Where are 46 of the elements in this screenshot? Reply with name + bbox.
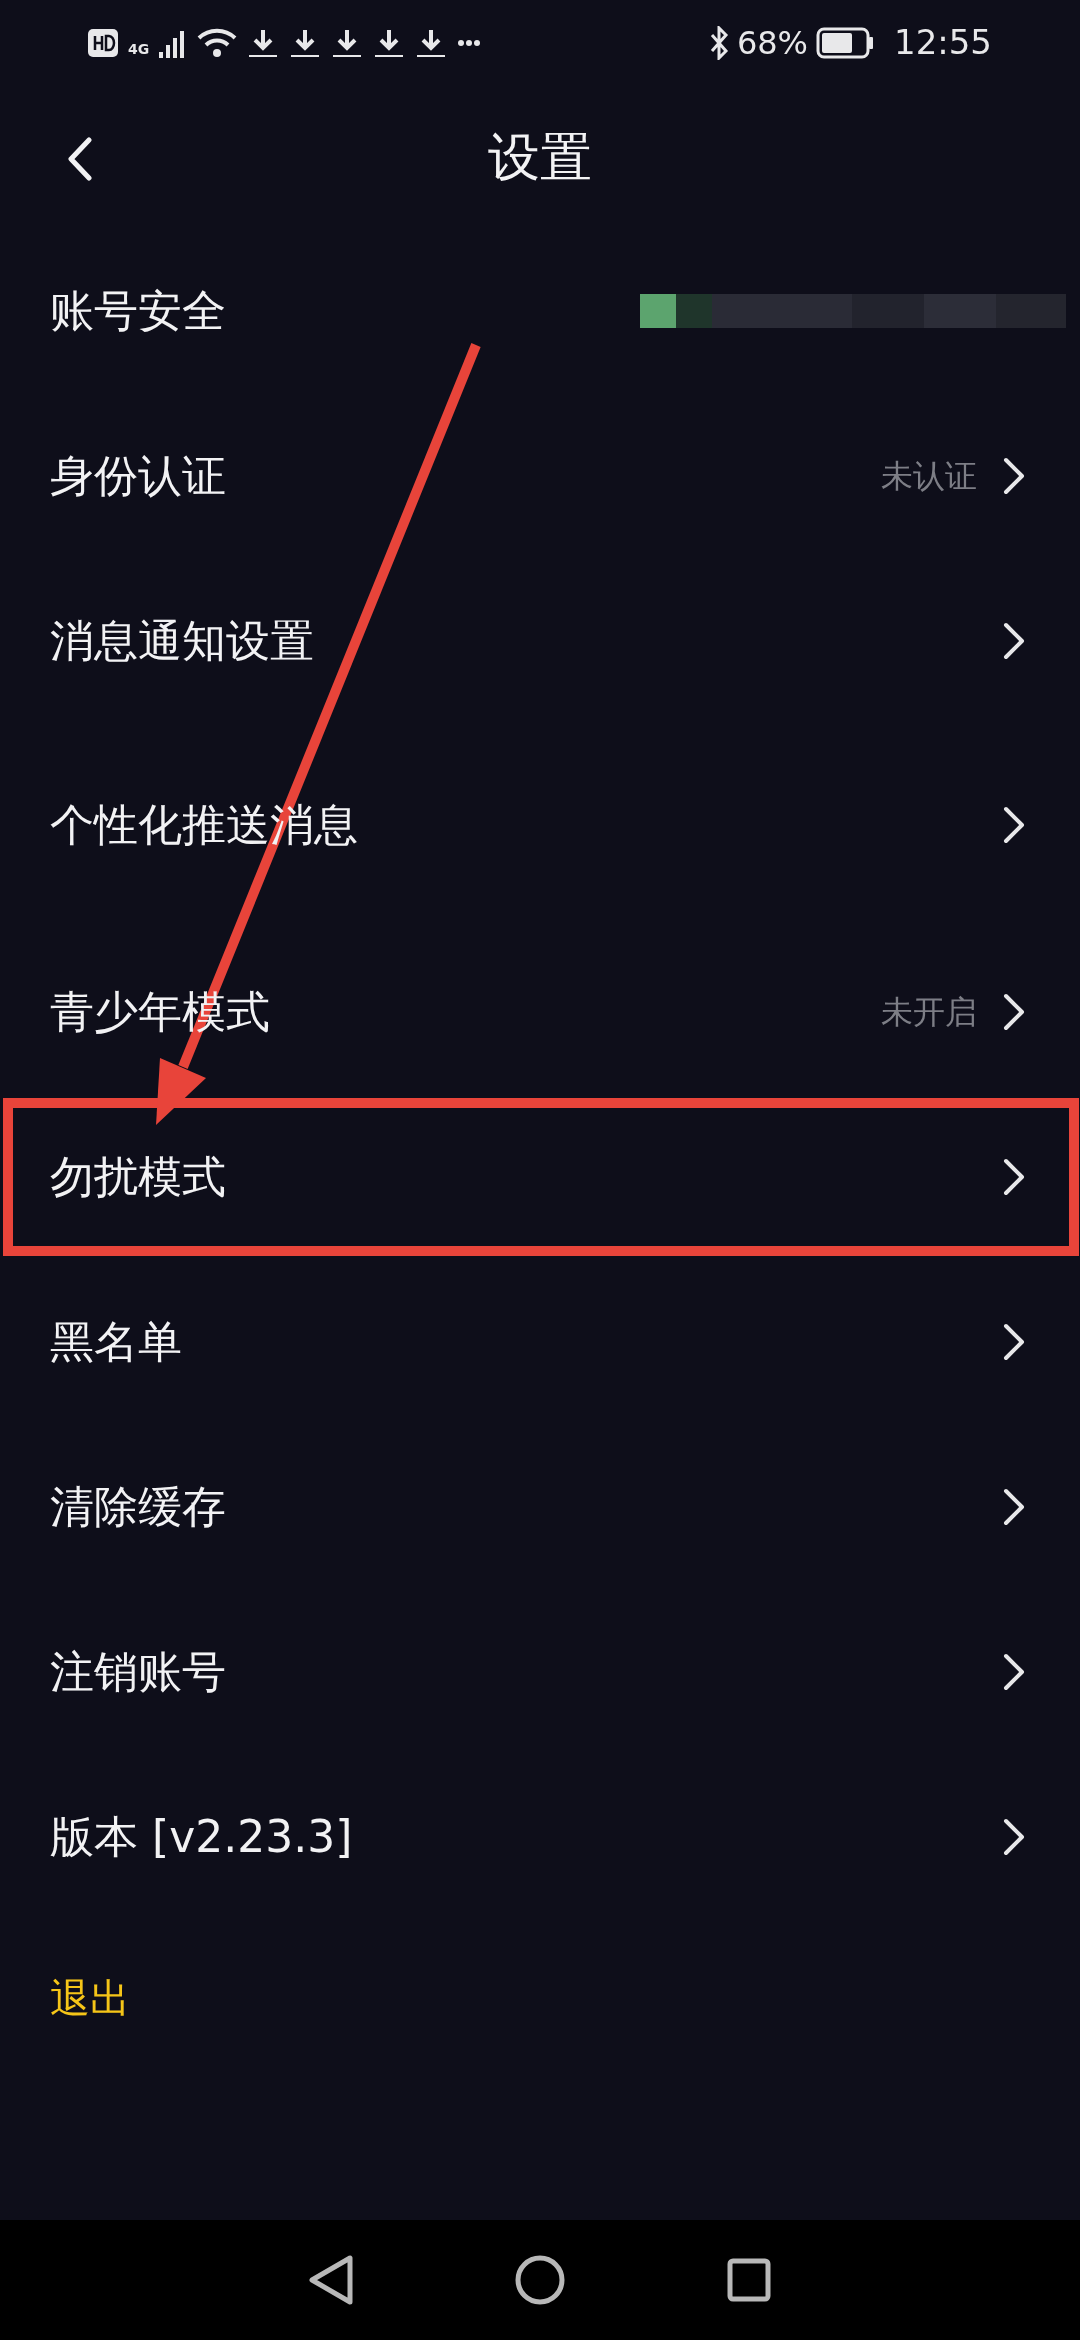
download-icon [289, 27, 322, 58]
download-icon [415, 27, 448, 58]
row-label: 版本 [v2.23.3] [50, 1809, 353, 1864]
row-label: 注销账号 [50, 1644, 226, 1699]
row-label: 身份认证 [50, 448, 226, 503]
bluetooth-icon [708, 25, 729, 60]
settings-row[interactable]: 注销账号 [0, 1589, 1080, 1754]
chevron-right-icon [1003, 1322, 1025, 1361]
chevron-right-icon [1003, 1157, 1025, 1196]
battery-percent: 68% [736, 22, 808, 64]
page-title: 设置 [488, 125, 592, 189]
battery-icon [816, 26, 874, 59]
logout-button[interactable]: 退出 [50, 1968, 130, 2028]
chevron-right-icon [1003, 992, 1025, 1031]
chevron-right-icon [1003, 805, 1025, 844]
settings-row[interactable]: 清除缓存 [0, 1424, 1080, 1589]
recents-square-icon[interactable] [726, 2257, 772, 2303]
settings-row[interactable]: 消息通知设置 [0, 558, 1080, 723]
row-label: 清除缓存 [50, 1479, 226, 1534]
wifi-icon [197, 27, 238, 58]
chevron-right-icon [1003, 1652, 1025, 1691]
settings-row[interactable]: 身份认证 未认证 [0, 393, 1080, 558]
back-triangle-icon[interactable] [308, 2254, 354, 2306]
chevron-right-icon [1003, 621, 1025, 660]
more-icon [457, 38, 482, 47]
chevron-right-icon [1003, 1817, 1025, 1856]
chevron-right-icon [1003, 1487, 1025, 1526]
row-label: 黑名单 [50, 1314, 182, 1369]
download-icon [373, 27, 406, 58]
home-circle-icon[interactable] [514, 2254, 566, 2306]
settings-row[interactable]: 版本 [v2.23.3] [0, 1754, 1080, 1919]
settings-row[interactable]: 账号安全 [0, 228, 1080, 393]
network-type: 4G [128, 40, 150, 59]
chevron-right-icon [1003, 456, 1025, 495]
row-value: 未认证 [881, 455, 977, 497]
row-label: 勿扰模式 [50, 1149, 226, 1204]
hd-icon [88, 28, 118, 57]
row-value: 未开启 [881, 991, 977, 1033]
settings-row[interactable]: 勿扰模式 [0, 1094, 1080, 1259]
download-icon [331, 27, 364, 58]
download-icon [247, 27, 280, 58]
back-icon [67, 137, 93, 181]
settings-row[interactable]: 黑名单 [0, 1259, 1080, 1424]
row-label: 消息通知设置 [50, 613, 314, 668]
row-label: 账号安全 [50, 283, 226, 338]
clock: 12:55 [894, 21, 992, 64]
